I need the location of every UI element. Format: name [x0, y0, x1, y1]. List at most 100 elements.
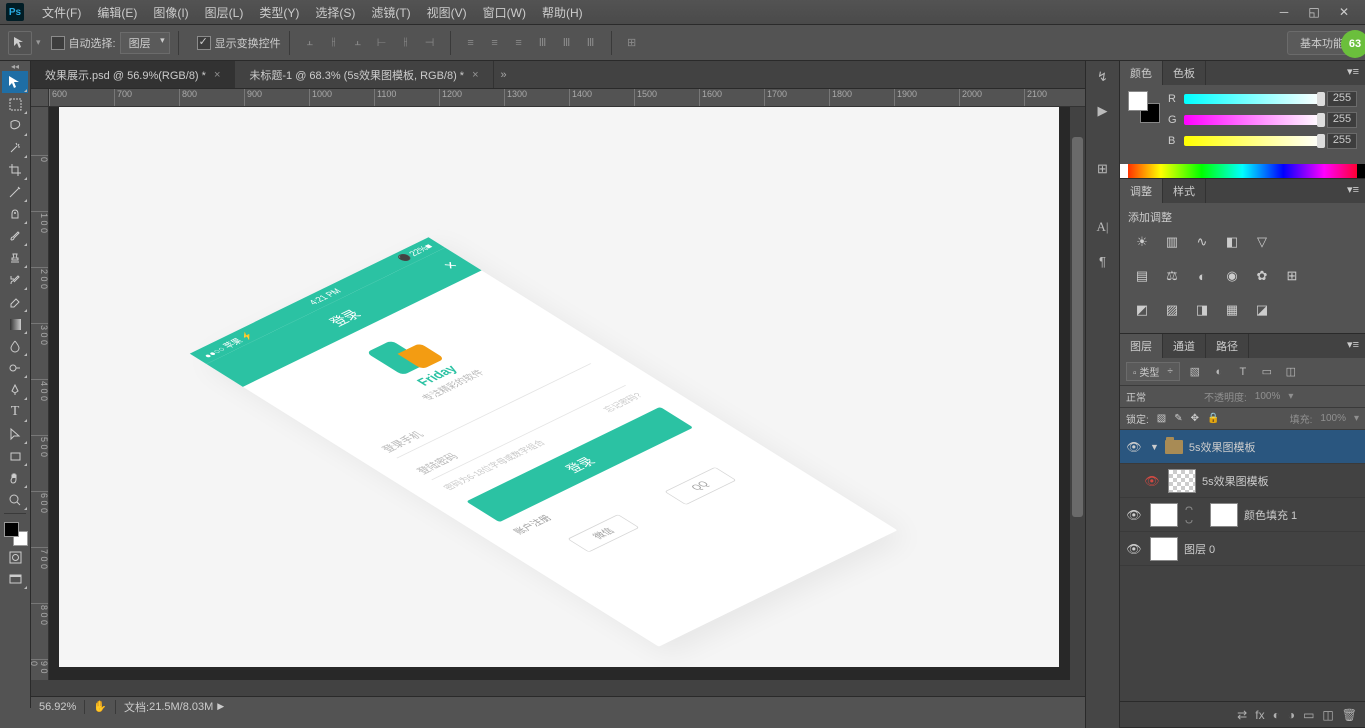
layer-row[interactable]: 👁 颜色填充 1 [1120, 498, 1365, 532]
distribute-left-icon[interactable]: Ⅲ [532, 32, 554, 54]
panel-menu-icon[interactable]: ▾≡ [1341, 334, 1365, 358]
layer-name[interactable]: 5s效果图模板 [1202, 473, 1269, 489]
align-bottom-icon[interactable]: ⫠ [347, 32, 369, 54]
quick-mask-tool[interactable] [2, 546, 28, 568]
window-maximize[interactable]: ◱ [1299, 2, 1329, 22]
levels-icon[interactable]: ▥ [1162, 233, 1182, 251]
vertical-scrollbar[interactable] [1070, 107, 1085, 680]
layer-row[interactable]: 👁 图层 0 [1120, 532, 1365, 566]
auto-select-dropdown[interactable]: 图层 [120, 32, 170, 54]
filter-type-icon[interactable]: T [1234, 364, 1252, 380]
fill-value[interactable]: 100% [1320, 413, 1346, 424]
filter-smart-icon[interactable]: ◫ [1282, 364, 1300, 380]
lasso-tool[interactable] [2, 115, 28, 137]
brightness-icon[interactable]: ☀ [1132, 233, 1152, 251]
filter-pixel-icon[interactable]: ▧ [1186, 364, 1204, 380]
disclosure-icon[interactable]: ▼ [1150, 442, 1159, 452]
actions-panel-icon[interactable]: ▶ [1092, 101, 1114, 121]
swatches-tab[interactable]: 色板 [1163, 61, 1206, 85]
align-hcenter-icon[interactable]: ⫲ [395, 32, 417, 54]
layer-mask-icon[interactable]: ◐ [1273, 708, 1280, 722]
canvas-viewport[interactable]: ●●○○ 苹果 ⚡4:21 PM⚫ 22%■ 登录× Friday 专注精彩的软… [49, 107, 1085, 680]
distribute-bottom-icon[interactable]: ≡ [508, 32, 530, 54]
eyedropper-tool[interactable] [2, 181, 28, 203]
menu-layer[interactable]: 图层(L) [197, 4, 252, 21]
new-layer-icon[interactable]: ◫ [1322, 708, 1333, 722]
crop-tool[interactable] [2, 159, 28, 181]
path-select-tool[interactable] [2, 423, 28, 445]
pen-tool[interactable] [2, 379, 28, 401]
layer-thumbnail[interactable] [1168, 469, 1196, 493]
rectangle-tool[interactable] [2, 445, 28, 467]
move-tool[interactable] [2, 71, 28, 93]
sync-badge[interactable]: 63 [1341, 30, 1365, 58]
g-value[interactable]: 255 [1327, 112, 1357, 128]
zoom-level[interactable]: 56.92% [39, 701, 76, 713]
paths-tab[interactable]: 路径 [1206, 334, 1249, 358]
color-swatches[interactable] [2, 520, 28, 546]
layer-group-row[interactable]: 👁 ▼ 5s效果图模板 [1120, 430, 1365, 464]
align-top-icon[interactable]: ⫠ [299, 32, 321, 54]
visibility-icon[interactable]: 👁 [1142, 474, 1162, 488]
mask-thumbnail[interactable] [1210, 503, 1238, 527]
opacity-value[interactable]: 100% [1255, 391, 1281, 402]
align-right-icon[interactable]: ⊣ [419, 32, 441, 54]
distribute-vcenter-icon[interactable]: ≡ [484, 32, 506, 54]
menu-window[interactable]: 窗口(W) [475, 4, 534, 21]
window-minimize[interactable]: ─ [1269, 2, 1299, 22]
color-spectrum[interactable] [1120, 164, 1365, 178]
paragraph-panel-icon[interactable]: ¶ [1092, 251, 1114, 271]
move-tool-preset[interactable] [8, 31, 32, 55]
invert-icon[interactable]: ◩ [1132, 301, 1152, 319]
b-value[interactable]: 255 [1327, 133, 1357, 149]
layer-row[interactable]: 👁 5s效果图模板 [1120, 464, 1365, 498]
panel-menu-icon[interactable]: ▾≡ [1341, 179, 1365, 203]
r-value[interactable]: 255 [1327, 91, 1357, 107]
character-panel-icon[interactable]: A| [1092, 217, 1114, 237]
lock-pixels-icon[interactable]: ✎ [1174, 413, 1182, 424]
stamp-tool[interactable] [2, 247, 28, 269]
link-layers-icon[interactable]: ⇄ [1237, 708, 1247, 722]
ruler-vertical[interactable]: 001 0 02 0 03 0 04 0 05 0 06 0 07 0 08 0… [31, 107, 49, 680]
distribute-top-icon[interactable]: ≡ [460, 32, 482, 54]
hue-icon[interactable]: ▤ [1132, 267, 1152, 285]
layers-tab[interactable]: 图层 [1120, 334, 1163, 358]
lock-transparency-icon[interactable]: ▧ [1157, 413, 1166, 424]
new-group-icon[interactable]: ▭ [1303, 708, 1314, 722]
vibrance-icon[interactable]: ▽ [1252, 233, 1272, 251]
menu-file[interactable]: 文件(F) [34, 4, 89, 21]
delete-layer-icon[interactable]: 🗑 [1342, 708, 1357, 722]
auto-select-checkbox[interactable] [51, 36, 65, 50]
menu-help[interactable]: 帮助(H) [534, 4, 591, 21]
window-close[interactable]: ✕ [1329, 2, 1359, 22]
hand-icon[interactable]: ✋ [93, 700, 107, 713]
color-swatch[interactable] [1128, 91, 1160, 123]
doc-tab-1[interactable]: 效果展示.psd @ 56.9%(RGB/8) *× [31, 61, 235, 88]
type-tool[interactable]: T [2, 401, 28, 423]
panel-menu-icon[interactable]: ▾≡ [1341, 61, 1365, 85]
auto-align-icon[interactable]: ⊞ [621, 32, 643, 54]
ruler-horizontal[interactable]: 6007008009001000110012001300140015001600… [49, 89, 1085, 107]
filter-kind-dropdown[interactable]: ▫ 类型÷ [1126, 362, 1180, 381]
selective-color-icon[interactable]: ◪ [1252, 301, 1272, 319]
zoom-tool[interactable] [2, 489, 28, 511]
hand-tool[interactable] [2, 467, 28, 489]
marquee-tool[interactable] [2, 93, 28, 115]
history-brush-tool[interactable] [2, 269, 28, 291]
menu-select[interactable]: 选择(S) [307, 4, 363, 21]
lock-all-icon[interactable]: 🔒 [1207, 413, 1219, 424]
photo-filter-icon[interactable]: ◉ [1222, 267, 1242, 285]
distribute-right-icon[interactable]: Ⅲ [580, 32, 602, 54]
tab-overflow-icon[interactable]: » [494, 61, 514, 88]
show-transform-checkbox[interactable] [197, 36, 211, 50]
menu-type[interactable]: 类型(Y) [251, 4, 307, 21]
ruler-origin[interactable] [31, 89, 49, 107]
gradient-map-icon[interactable]: ▦ [1222, 301, 1242, 319]
history-panel-icon[interactable]: ↯ [1092, 67, 1114, 87]
channel-mixer-icon[interactable]: ✿ [1252, 267, 1272, 285]
exposure-icon[interactable]: ◧ [1222, 233, 1242, 251]
threshold-icon[interactable]: ◨ [1192, 301, 1212, 319]
layer-thumbnail[interactable] [1150, 503, 1178, 527]
menu-edit[interactable]: 编辑(E) [89, 4, 145, 21]
layer-name[interactable]: 颜色填充 1 [1244, 507, 1297, 523]
